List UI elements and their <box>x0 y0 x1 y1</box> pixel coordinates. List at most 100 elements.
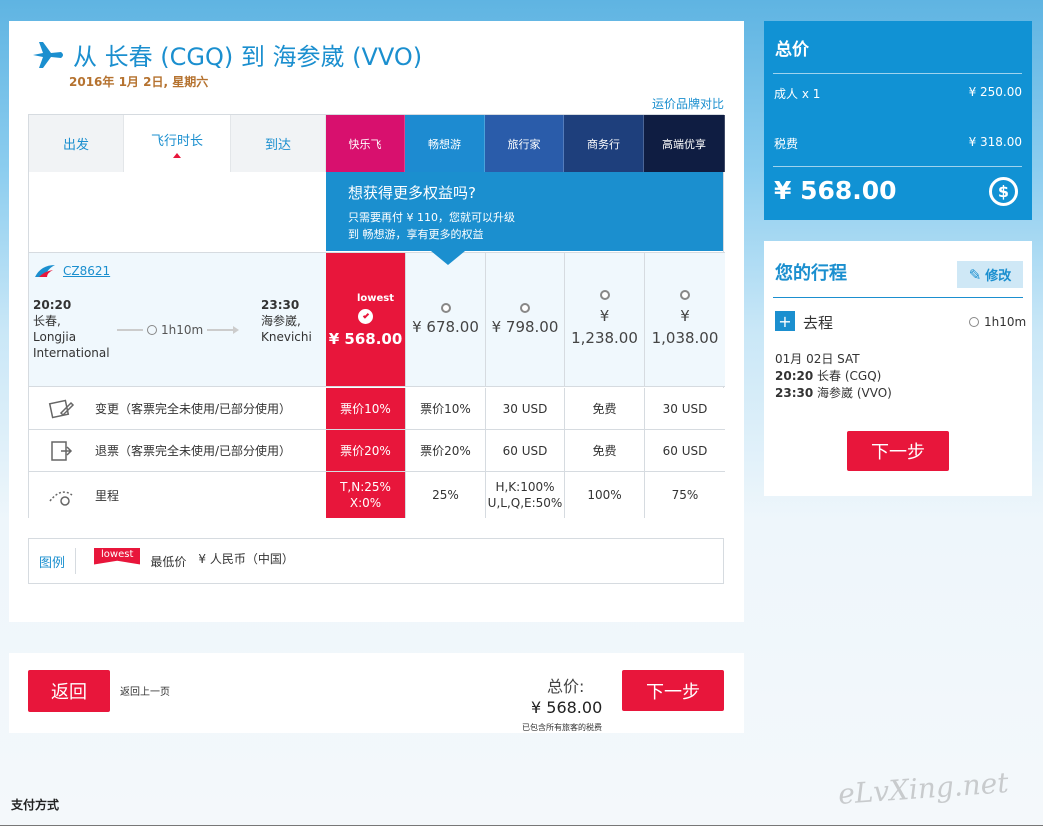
clock-icon <box>147 325 157 335</box>
rule-value: 票价10% <box>405 388 485 429</box>
upgrade-promo: 想获得更多权益吗? 只需要再付 ¥ 110，您就可以升级 到 畅想游，享有更多的… <box>326 172 723 265</box>
rule-value: 票价20% <box>405 430 485 471</box>
flight-selection-panel: 从 长春 (CGQ) 到 海参崴 (VVO) 2016年 1月 2日, 星期六 … <box>9 21 744 622</box>
rule-value: 30 USD <box>485 388 564 429</box>
rule-value: 票价20% <box>326 430 405 471</box>
edit-button[interactable]: ✎ 修改 <box>957 261 1023 288</box>
china-southern-logo-icon <box>35 265 55 277</box>
arrival-info: 23:30 海参崴, Knevichi <box>261 297 312 345</box>
rule-value: 免费 <box>564 388 644 429</box>
itinerary-next-button[interactable]: 下一步 <box>847 431 949 471</box>
legend-currency: ¥ 人民币（中国） <box>198 551 294 566</box>
leg-label: 去程 <box>803 314 834 332</box>
divider <box>773 297 1023 298</box>
arrival-city: 海参崴, <box>261 314 301 328</box>
fare-brand-header[interactable]: 畅想游 <box>405 115 485 172</box>
fare-brand-header[interactable]: 快乐飞 <box>326 115 405 172</box>
fare-brand-name: 畅想游 <box>428 137 461 151</box>
fare-price: ¥ 1,238.00 <box>571 307 638 347</box>
arrival-time: 23:30 <box>261 298 300 312</box>
title-row: 从 长春 (CGQ) 到 海参崴 (VVO) <box>31 37 422 72</box>
airplane-icon <box>33 41 63 68</box>
fare-compare-link[interactable]: 运价品牌对比 <box>652 95 724 112</box>
duration-arrow-icon <box>207 329 234 331</box>
leg-departure: 20:20 长春 (CGQ) <box>775 367 881 384</box>
price-summary: 总价 成人 x 1 ¥ 250.00 税费 ¥ 318.00 ¥ 568.00 … <box>764 21 1032 220</box>
rule-label: 退票（客票完全未使用/已部分使用） <box>95 444 292 458</box>
tax-price: ¥ 318.00 <box>968 135 1022 149</box>
fare-option[interactable]: ¥ 678.00 <box>405 253 485 386</box>
fare-price: ¥ 678.00 <box>412 318 479 336</box>
fare-brand-name: 快乐飞 <box>348 137 382 151</box>
bottom-bar: 返回 返回上一页 总价: ¥ 568.00 已包含所有旅客的税费 下一步 <box>9 653 744 733</box>
duration-indicator: 1h10m <box>117 323 240 337</box>
leg-arrival-city: 海参崴 (VVO) <box>817 386 892 400</box>
leg-departure-time: 20:20 <box>775 369 814 383</box>
divider <box>773 73 1022 74</box>
flight-number-link[interactable]: CZ8621 <box>63 264 110 278</box>
expand-icon[interactable]: + <box>775 311 795 331</box>
fare-option[interactable]: ¥ 1,238.00 <box>564 253 644 386</box>
fare-option-selected[interactable]: lowest ¥ 568.00 <box>326 253 405 386</box>
legend-lowest-desc: 最低价 <box>150 554 187 569</box>
duration-text: 1h10m <box>161 323 204 337</box>
leg-duration-text: 1h10m <box>984 315 1027 329</box>
sort-tab-label: 到达 <box>264 138 291 153</box>
sort-tab-arrival[interactable]: 到达 <box>231 115 326 172</box>
leg-departure-city: 长春 (CGQ) <box>817 369 882 383</box>
fare-option[interactable]: ¥ 798.00 <box>485 253 564 386</box>
total-value: ¥ 568.00 <box>531 698 603 717</box>
leg-arrival: 23:30 海参崴 (VVO) <box>775 384 892 401</box>
rule-row-change: 变更（客票完全未使用/已部分使用） 票价10% 票价10% 30 USD 免费 … <box>29 388 725 430</box>
radio-icon <box>440 303 451 313</box>
summary-title: 总价 <box>775 40 809 60</box>
back-description: 返回上一页 <box>120 687 170 698</box>
rule-value: 30 USD <box>644 388 725 429</box>
leg-date: 01月 02日 SAT <box>775 352 860 366</box>
fare-brand-name: 旅行家 <box>507 137 541 151</box>
legend-lowest-tag: lowest <box>94 547 141 565</box>
departure-time: 20:20 <box>33 298 72 312</box>
flight-number-wrap: CZ8621 <box>33 263 110 279</box>
radio-icon <box>680 290 690 300</box>
sort-tab-label: 飞行时长 <box>150 133 203 149</box>
summary-total: ¥ 568.00 <box>774 176 897 205</box>
sort-tab-duration[interactable]: 飞行时长 <box>124 115 231 172</box>
fare-brand-header[interactable]: 高端优享 <box>644 115 725 172</box>
fare-option[interactable]: ¥ 1,038.00 <box>644 253 725 386</box>
back-button[interactable]: 返回 <box>28 670 110 712</box>
sort-tab-label: 出发 <box>62 138 89 153</box>
rule-value: H,K:100% U,L,Q,E:50% <box>485 472 564 518</box>
fare-brand-name: 高端优享 <box>662 137 706 151</box>
sort-arrow-icon <box>173 152 181 158</box>
divider <box>773 166 1022 167</box>
promo-line: 到 畅想游，享有更多的权益 <box>348 228 484 241</box>
adult-price: ¥ 250.00 <box>968 85 1022 99</box>
payment-method-label: 支付方式 <box>11 798 60 812</box>
legend-title: 图例 <box>29 548 77 574</box>
lowest-tag: lowest <box>349 291 402 309</box>
rule-value: 免费 <box>564 430 644 471</box>
itinerary-title: 您的行程 <box>775 263 847 284</box>
leg-duration: 1h10m <box>969 315 1026 329</box>
fare-price: ¥ 1,038.00 <box>651 307 719 347</box>
check-icon <box>358 308 373 324</box>
sort-tab-departure[interactable]: 出发 <box>29 115 124 172</box>
rule-row-refund: 退票（客票完全未使用/已部分使用） 票价20% 票价20% 60 USD 免费 … <box>29 430 725 472</box>
leg-arrival-time: 23:30 <box>775 386 814 400</box>
next-step-button[interactable]: 下一步 <box>622 670 724 711</box>
fare-price: ¥ 568.00 <box>328 329 403 348</box>
pencil-icon: ✎ <box>968 265 982 284</box>
rule-value: 60 USD <box>644 430 725 471</box>
itinerary-panel: 您的行程 ✎ 修改 + 去程 1h10m 01月 02日 SAT 20:20 长… <box>764 241 1032 496</box>
rule-label: 变更（客票完全未使用/已部分使用） <box>95 402 292 416</box>
mileage-icon <box>49 491 73 506</box>
rule-value: T,N:25% X:0% <box>326 472 405 518</box>
fare-brand-header[interactable]: 商务行 <box>564 115 644 172</box>
change-ticket-icon <box>48 399 75 418</box>
refund-ticket-icon <box>51 440 73 461</box>
fare-brand-header[interactable]: 旅行家 <box>485 115 564 172</box>
total-label: 总价: <box>547 677 585 696</box>
adult-label: 成人 x 1 <box>774 87 821 101</box>
currency-exchange-icon[interactable]: $ <box>989 177 1018 206</box>
